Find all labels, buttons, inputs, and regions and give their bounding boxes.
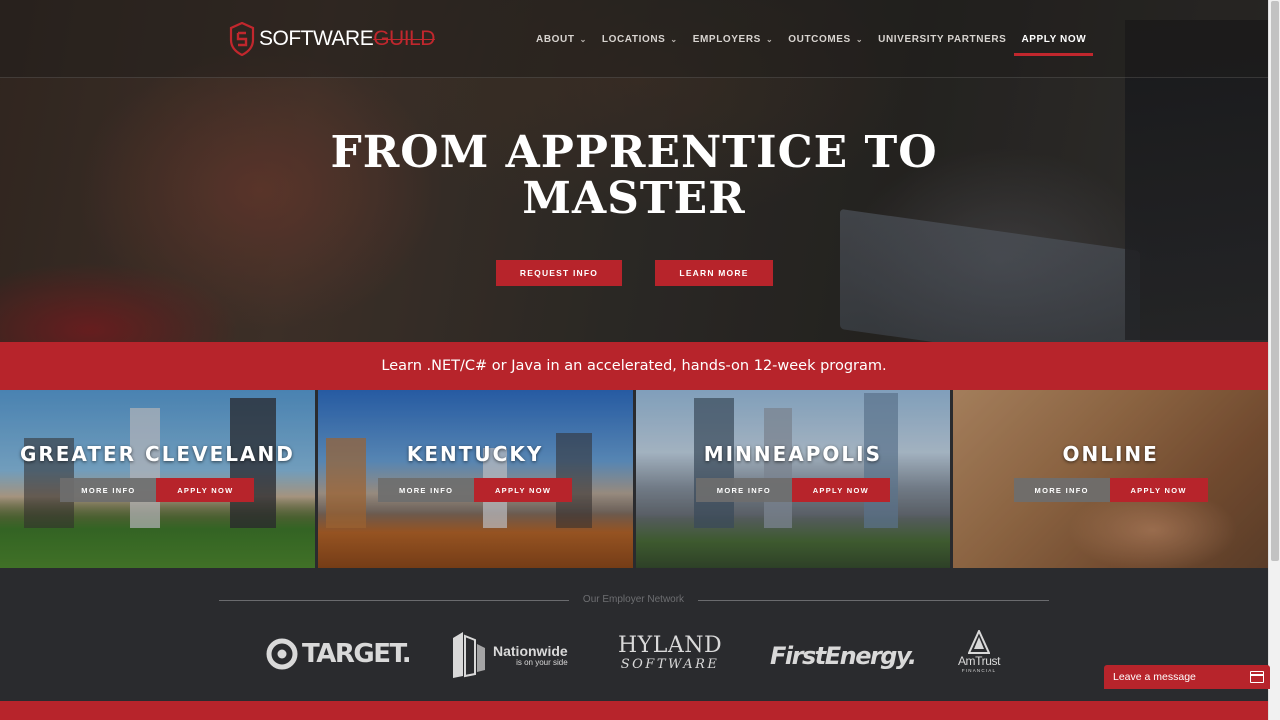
- more-info-button[interactable]: MORE INFO: [378, 478, 475, 502]
- apply-now-button[interactable]: APPLY NOW: [474, 478, 573, 502]
- nationwide-eagle-icon: [453, 632, 485, 678]
- apply-now-button[interactable]: APPLY NOW: [1109, 478, 1208, 502]
- learn-more-button[interactable]: LEARN MORE: [655, 260, 773, 286]
- logo-text-software: SOFTWARE: [259, 27, 374, 50]
- nav-item-apply-now[interactable]: APPLY NOW: [1014, 30, 1094, 56]
- footer-strip: [0, 701, 1268, 720]
- amtrust-a-icon: [968, 630, 990, 654]
- software-guild-logo[interactable]: SOFTWARE GUILD: [229, 22, 435, 56]
- more-info-button[interactable]: MORE INFO: [60, 478, 157, 502]
- leave-message-chat-button[interactable]: Leave a message: [1104, 665, 1270, 689]
- amtrust-financial: FINANCIAL: [961, 668, 997, 673]
- nav-item-employers[interactable]: EMPLOYERS ⌄: [693, 30, 774, 48]
- location-title: MINNEAPOLIS: [703, 442, 882, 466]
- location-tile-online[interactable]: ONLINE MORE INFO APPLY NOW: [953, 390, 1268, 568]
- divider-line: [219, 600, 569, 601]
- nav-item-label: LOCATIONS: [601, 33, 666, 45]
- nationwide-name: Nationwide: [493, 643, 568, 659]
- nav-item-university-partners[interactable]: UNIVERSITY PARTNERS: [878, 30, 1006, 48]
- main-nav: ABOUT ⌄ LOCATIONS ⌄ EMPLOYERS ⌄ OUTCOMES…: [536, 30, 1108, 56]
- more-info-button[interactable]: MORE INFO: [695, 478, 792, 502]
- chevron-down-icon: ⌄: [670, 34, 678, 44]
- hero-title: FROM APPRENTICE TO MASTER: [0, 130, 1268, 222]
- hero-title-line1: FROM APPRENTICE TO: [330, 127, 938, 178]
- tile-buttons: MORE INFO APPLY NOW: [318, 478, 633, 502]
- location-title: ONLINE: [1062, 442, 1159, 466]
- request-info-button[interactable]: REQUEST INFO: [496, 260, 622, 286]
- divider-line: [698, 600, 1049, 601]
- firstenergy-logo: FirstEnergy.: [770, 642, 917, 670]
- chat-label: Leave a message: [1113, 671, 1196, 683]
- hyland-logo: HYLAND SOFTWARE: [618, 634, 722, 672]
- employer-network-heading: Our Employer Network: [582, 594, 685, 605]
- program-banner: Learn .NET/C# or Java in an accelerated,…: [0, 342, 1268, 390]
- amtrust-name: AmTrust: [957, 654, 1001, 668]
- nationwide-logo: Nationwide is on your side: [449, 630, 568, 680]
- banner-text: Learn .NET/C# or Java in an accelerated,…: [381, 358, 887, 374]
- target-logo: TARGET.: [266, 638, 412, 670]
- nationwide-text: Nationwide is on your side: [493, 643, 568, 667]
- location-title: GREATER CLEVELAND: [19, 442, 295, 466]
- hyland-logo-text: HYLAND: [618, 633, 723, 658]
- page-scrollbar[interactable]: [1268, 0, 1280, 720]
- shield-logo-icon: [229, 22, 255, 56]
- chevron-down-icon: ⌄: [579, 34, 587, 44]
- site-header: SOFTWARE GUILD ABOUT ⌄ LOCATIONS ⌄ EMPLO…: [0, 0, 1268, 78]
- nav-item-label: UNIVERSITY PARTNERS: [878, 33, 1007, 45]
- hyland-software-text: SOFTWARE: [620, 657, 720, 672]
- apply-now-button[interactable]: APPLY NOW: [156, 478, 255, 502]
- hero-title-line2: MASTER: [522, 173, 746, 224]
- target-bullseye-icon: [266, 638, 298, 670]
- chevron-down-icon: ⌄: [765, 34, 774, 44]
- location-title: KENTUCKY: [406, 442, 544, 466]
- nationwide-tagline: is on your side: [516, 658, 568, 667]
- tile-buttons: MORE INFO APPLY NOW: [953, 478, 1268, 502]
- target-logo-text: TARGET.: [302, 639, 412, 669]
- location-tiles: GREATER CLEVELAND MORE INFO APPLY NOW KE…: [0, 390, 1268, 568]
- more-info-button[interactable]: MORE INFO: [1013, 478, 1110, 502]
- logo-text-guild: GUILD: [373, 27, 435, 50]
- nav-item-about[interactable]: ABOUT ⌄: [536, 30, 587, 48]
- scrollbar-thumb[interactable]: [1271, 1, 1279, 561]
- location-tile-minneapolis[interactable]: MINNEAPOLIS MORE INFO APPLY NOW: [635, 390, 951, 568]
- amtrust-logo: AmTrust FINANCIAL: [952, 630, 1006, 674]
- location-tile-greater-cleveland[interactable]: GREATER CLEVELAND MORE INFO APPLY NOW: [0, 390, 315, 568]
- chevron-down-icon: ⌄: [855, 34, 864, 44]
- tile-buttons: MORE INFO APPLY NOW: [0, 478, 315, 502]
- location-tile-kentucky[interactable]: KENTUCKY MORE INFO APPLY NOW: [317, 390, 633, 568]
- nav-item-label: OUTCOMES: [788, 33, 851, 45]
- nav-item-label: ABOUT: [536, 33, 575, 45]
- nav-item-label: EMPLOYERS: [692, 33, 761, 45]
- nav-item-outcomes[interactable]: OUTCOMES ⌄: [788, 30, 863, 48]
- tile-buttons: MORE INFO APPLY NOW: [636, 478, 951, 502]
- chat-window-icon: [1250, 671, 1264, 683]
- apply-now-button[interactable]: APPLY NOW: [791, 478, 890, 502]
- nav-item-label: APPLY NOW: [1021, 33, 1087, 45]
- firstenergy-logo-text: FirstEnergy.: [770, 642, 917, 670]
- nav-item-locations[interactable]: LOCATIONS ⌄: [602, 30, 678, 48]
